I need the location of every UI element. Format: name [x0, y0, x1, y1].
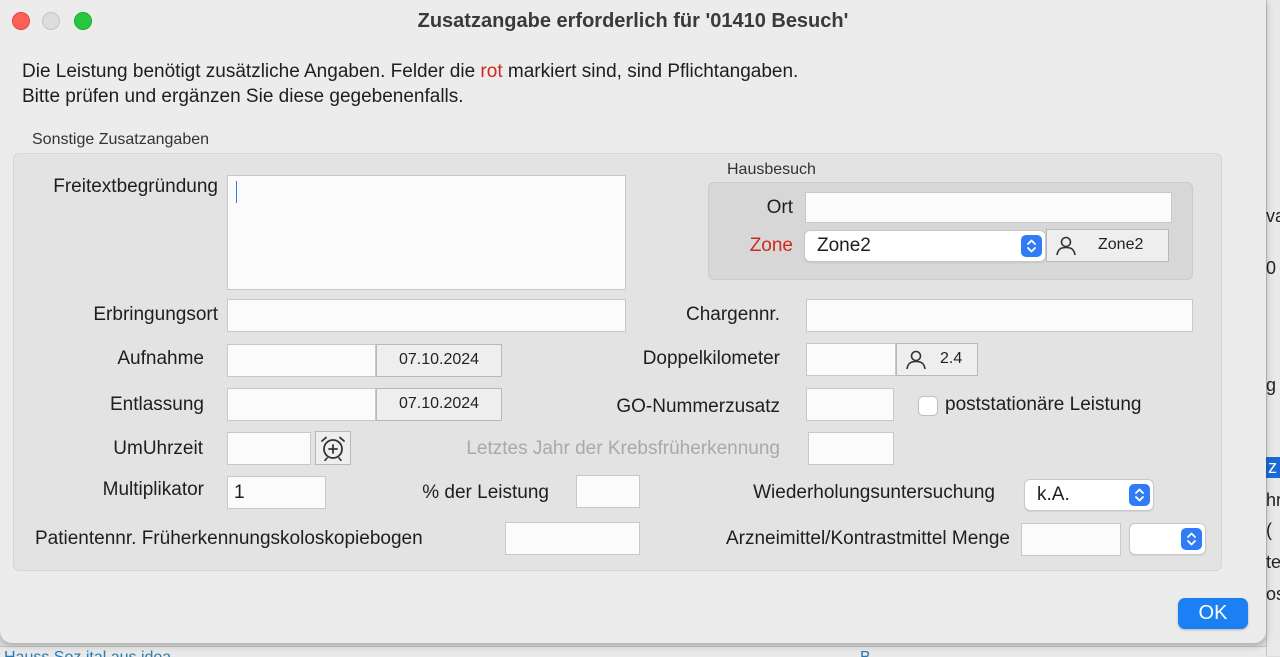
ok-button[interactable]: OK — [1178, 598, 1248, 629]
freitext-label: Freitextbegründung — [53, 176, 218, 197]
prozent-label: % der Leistung — [422, 482, 549, 503]
hausbesuch-group-title: Hausbesuch — [727, 161, 816, 178]
poststationaer-checkbox[interactable] — [918, 396, 938, 416]
info-text-required-word: rot — [480, 61, 503, 82]
aufnahme-date-button[interactable]: 07.10.2024 — [376, 344, 502, 377]
entlassung-date-button[interactable]: 07.10.2024 — [376, 388, 502, 421]
person-icon — [1056, 236, 1076, 256]
wiederholung-label: Wiederholungsuntersuchung — [753, 482, 995, 503]
alarm-clock-button[interactable] — [315, 431, 351, 465]
aufnahme-label: Aufnahme — [117, 348, 204, 369]
info-text-line-2: Bitte prüfen und ergänzen Sie diese gege… — [22, 86, 464, 107]
window-title: Zusatzangabe erforderlich für '01410 Bes… — [417, 10, 849, 32]
erbringungsort-label: Erbringungsort — [93, 304, 218, 325]
zone-select-value: Zone2 — [817, 235, 871, 256]
poststationaer-label: poststationäre Leistung — [945, 394, 1142, 415]
arzneimittel-unit-select[interactable] — [1129, 523, 1206, 555]
group-title: Sonstige Zusatzangaben — [32, 131, 210, 148]
info-text-line-1: Die Leistung benötigt zusätzliche Angabe… — [22, 61, 798, 83]
entlassung-label: Entlassung — [109, 394, 204, 415]
doppelkilometer-input[interactable] — [806, 343, 896, 376]
background-text-fragment: va — [1266, 206, 1280, 226]
freitext-textarea[interactable] — [227, 175, 626, 290]
multiplikator-input[interactable] — [227, 476, 326, 509]
zone-select[interactable]: Zone2 — [804, 230, 1046, 262]
zone-lookup-value: Zone2 — [1098, 236, 1144, 253]
prozent-input[interactable] — [576, 475, 640, 508]
background-text-fragment: z — [1266, 457, 1280, 478]
ort-label: Ort — [766, 197, 793, 218]
krebs-label: Letztes Jahr der Krebsfrüherkennung — [466, 438, 780, 459]
arzneimittel-label: Arzneimittel/Kontrastmittel Menge — [725, 528, 1010, 549]
aufnahme-input[interactable] — [227, 344, 376, 377]
erbringungsort-input[interactable] — [227, 299, 626, 332]
background-text-fragment: g — [1266, 375, 1277, 395]
patientennr-input[interactable] — [505, 522, 640, 555]
alarm-clock-icon — [321, 436, 345, 461]
doppelkilometer-lookup-value: 2.4 — [940, 350, 963, 367]
dialog-window: Zusatzangabe erforderlich für '01410 Bes… — [0, 0, 1266, 643]
gonummer-input[interactable] — [806, 388, 894, 421]
background-text-fragment: te — [1266, 552, 1280, 572]
multiplikator-label: Multiplikator — [102, 479, 204, 500]
background-window-bottom: Hauss Soz ital aus idea B — [0, 646, 1266, 657]
umuhrzeit-label: UmUhrzeit — [113, 438, 203, 459]
entlassung-input[interactable] — [227, 388, 376, 421]
arzneimittel-input[interactable] — [1021, 523, 1121, 556]
title-bar: Zusatzangabe erforderlich für '01410 Bes… — [0, 0, 1266, 42]
doppelkilometer-lookup-button[interactable]: 2.4 — [896, 343, 978, 376]
chargennr-input[interactable] — [806, 299, 1193, 332]
zone-lookup-button[interactable]: Zone2 — [1046, 229, 1169, 262]
background-text-fragment: hr — [1266, 490, 1280, 510]
chargennr-label: Chargennr. — [685, 304, 780, 325]
krebs-input[interactable] — [808, 432, 894, 465]
info-text-part: Die Leistung benötigt zusätzliche Angabe… — [22, 61, 481, 82]
chevron-updown-icon — [1181, 528, 1202, 550]
umuhrzeit-input[interactable] — [227, 432, 311, 465]
ort-input[interactable] — [805, 192, 1172, 223]
gonummer-label: GO-Nummerzusatz — [616, 396, 780, 417]
background-text-fragment: ( — [1266, 520, 1272, 540]
chevron-updown-icon — [1021, 235, 1042, 257]
patientennr-label: Patientennr. Früherkennungskoloskopiebog… — [35, 528, 423, 549]
chevron-updown-icon — [1129, 484, 1150, 506]
person-icon — [906, 350, 926, 370]
info-text-part: markiert sind, sind Pflichtangaben. — [502, 61, 799, 82]
wiederholung-select-value: k.A. — [1037, 484, 1070, 505]
background-text-fragment: 0 — [1266, 258, 1277, 278]
zone-label: Zone — [749, 235, 793, 256]
text-cursor — [236, 181, 237, 203]
background-text-fragment: os — [1266, 584, 1280, 604]
doppelkilometer-label: Doppelkilometer — [642, 348, 780, 369]
wiederholung-select[interactable]: k.A. — [1024, 479, 1154, 511]
